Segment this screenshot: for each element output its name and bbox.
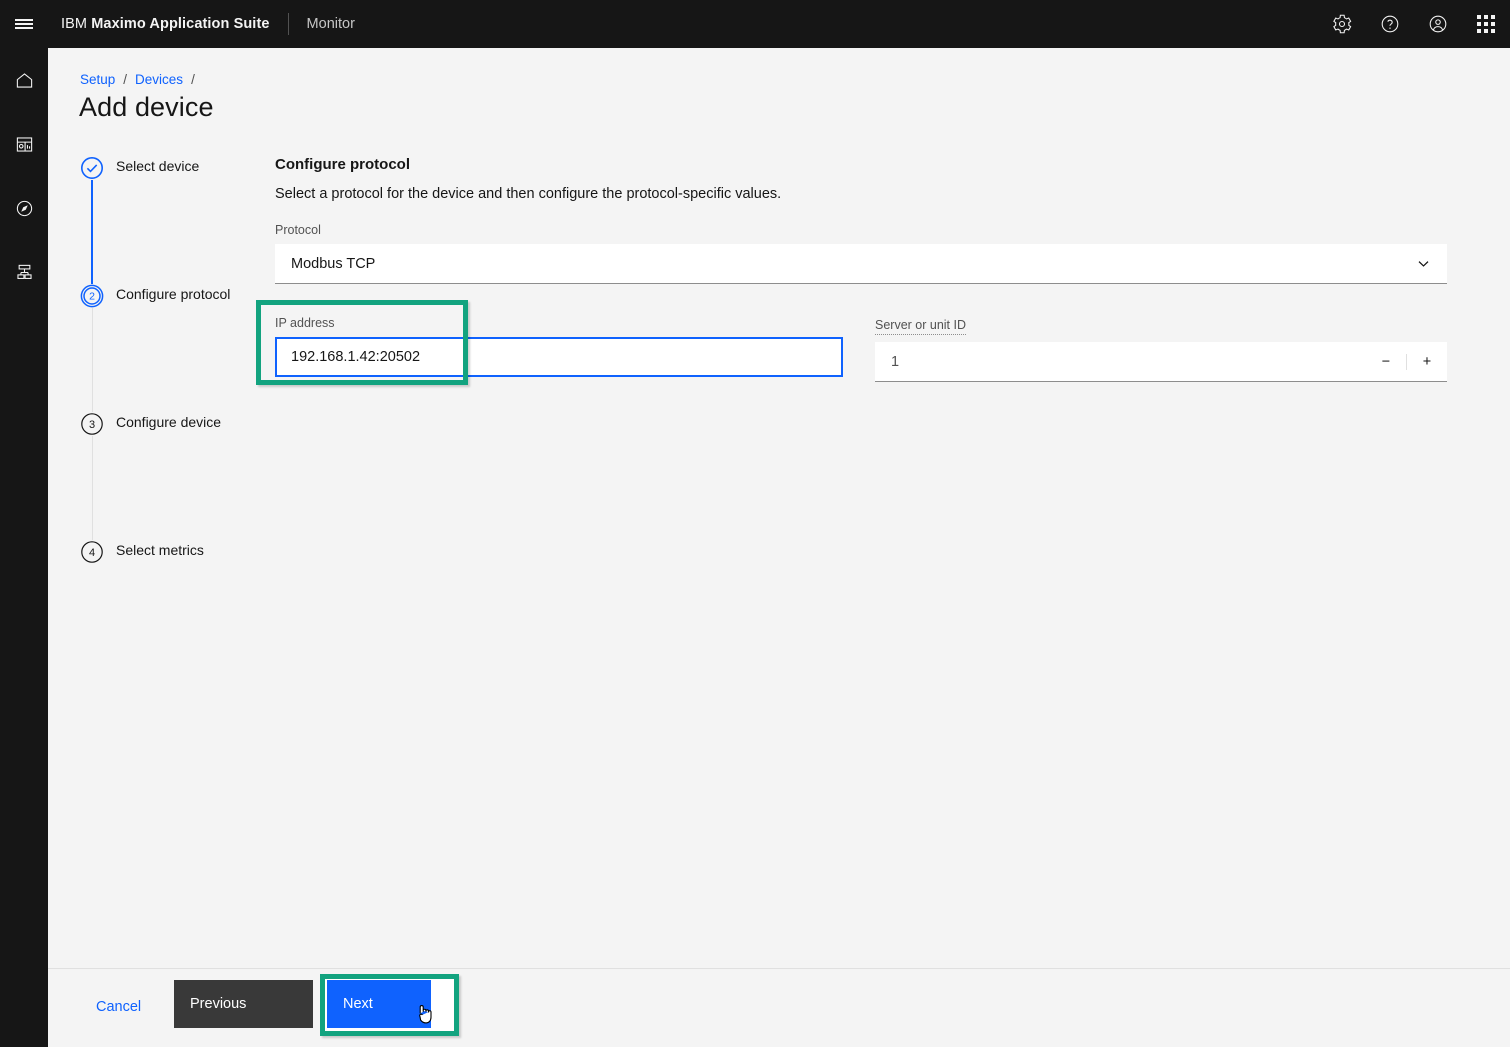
breadcrumb-separator-2: / [191,72,195,87]
configure-protocol-form: Configure protocol Select a protocol for… [256,156,1478,385]
chevron-down-icon [1416,256,1431,271]
product-brand[interactable]: IBM Maximo Application Suite [61,16,270,32]
next-button-group: Next [320,974,459,1036]
previous-button[interactable]: Previous [174,980,313,1028]
protocol-label: Protocol [275,223,321,237]
step-connector-1 [91,180,93,284]
protocol-select[interactable]: Modbus TCP [275,244,1447,284]
server-unit-id-value: 1 [891,353,900,370]
decrement-button[interactable]: − [1366,342,1406,382]
step-number-icon: 4 [81,541,103,563]
global-header: IBM Maximo Application Suite Monitor [0,0,1510,48]
check-circle-icon [81,157,103,179]
step-configure-protocol[interactable]: 2 Configure protocol [80,284,280,412]
breadcrumb-separator: / [123,72,128,87]
header-divider [287,13,289,35]
grid-dots-icon[interactable] [1462,0,1510,48]
sidebar-item-hierarchy[interactable] [0,256,48,288]
step-marker-current: 2 [80,284,104,308]
sidebar-item-explore[interactable] [0,192,48,224]
home-icon [16,72,32,88]
step-select-device[interactable]: Select device [80,156,280,284]
app-name[interactable]: Monitor [307,16,355,32]
step-marker-4: 4 [80,540,104,564]
cancel-button[interactable]: Cancel [96,999,141,1015]
page-content: Setup / Devices / Add device Select devi… [48,48,1510,1047]
server-unit-id-field: Server or unit ID 1 − + [875,316,1447,382]
server-unit-id-label: Server or unit ID [875,318,967,335]
ip-address-value: 192.168.1.42:20502 [291,349,421,365]
form-heading: Configure protocol [275,156,410,173]
step-label: Select metrics [116,542,204,558]
page-title: Add device [79,92,214,122]
step-label: Configure device [116,414,222,430]
protocol-selected-value: Modbus TCP [291,255,376,272]
hierarchy-icon [16,264,32,279]
increment-button[interactable]: + [1407,342,1447,382]
left-nav-rail [0,48,48,1047]
svg-text:3: 3 [89,419,95,431]
svg-text:2: 2 [89,291,95,303]
form-description: Select a protocol for the device and the… [275,186,782,202]
step-select-metrics[interactable]: 4 Select metrics [80,540,280,564]
help-circle-icon[interactable] [1366,0,1414,48]
step-marker-3: 3 [80,412,104,436]
svg-text:4: 4 [89,547,95,559]
step-marker-complete [80,156,104,180]
next-button[interactable]: Next [327,980,431,1028]
brand-name: Maximo Application Suite [91,16,270,32]
step-label: Select device [116,158,200,174]
header-actions [1318,0,1510,48]
sidebar-item-home[interactable] [0,64,48,96]
compass-icon [16,200,32,216]
ip-address-input[interactable]: 192.168.1.42:20502 [275,337,843,377]
wizard-footer: Cancel Previous Next [48,968,1510,1047]
step-connector-3 [91,436,93,540]
ip-address-label: IP address [275,316,335,330]
breadcrumb: Setup / Devices / [80,72,195,87]
protocol-field: Protocol Modbus TCP [275,223,1478,284]
ip-address-field: IP address 192.168.1.42:20502 [256,300,875,385]
dashboard-icon [16,136,32,152]
step-label: Configure protocol [116,286,231,302]
step-number-icon: 3 [81,413,103,435]
step-connector-2 [91,308,93,412]
breadcrumb-item-devices[interactable]: Devices [135,72,183,87]
breadcrumb-item-setup[interactable]: Setup [80,72,115,87]
progress-stepper: Select device 2 Configure protocol 3 Con… [80,156,280,564]
hamburger-menu-icon[interactable] [0,0,48,48]
step-configure-device[interactable]: 3 Configure device [80,412,280,540]
sidebar-item-dashboards[interactable] [0,128,48,160]
server-unit-id-input[interactable]: 1 − + [875,342,1447,382]
number-stepper-controls: − + [1366,342,1447,382]
current-step-icon: 2 [80,284,104,308]
protocol-values-row: IP address 192.168.1.42:20502 Server or … [256,300,1478,385]
user-avatar-icon[interactable] [1414,0,1462,48]
brand-prefix: IBM [61,16,88,32]
gear-icon[interactable] [1318,0,1366,48]
